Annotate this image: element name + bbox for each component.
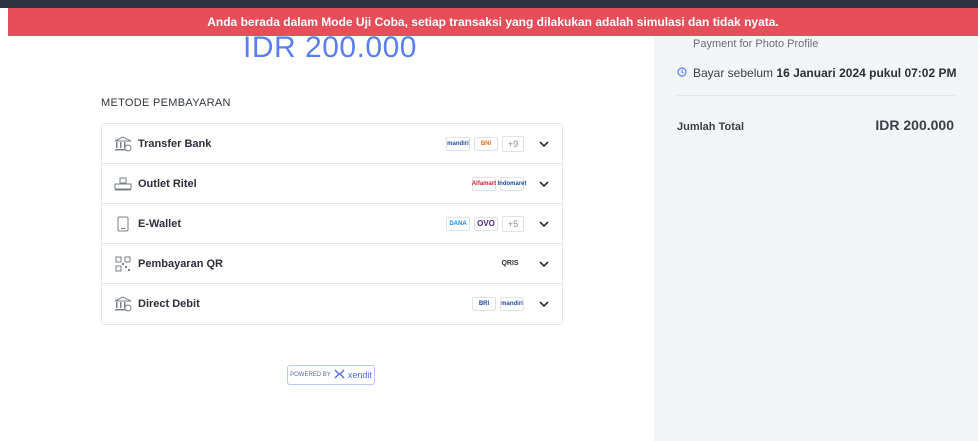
method-transfer-bank[interactable]: Transfer Bank mandiri BNI +9 <box>102 124 562 164</box>
method-logos: QRIS <box>496 256 524 271</box>
bank-icon <box>114 135 132 153</box>
payment-deadline: Bayar sebelum 16 Januari 2024 pukul 07:0… <box>677 66 956 80</box>
alfamart-logo: Alfamart <box>472 176 496 191</box>
qris-logo: QRIS <box>496 256 524 271</box>
method-outlet-ritel[interactable]: Outlet Ritel Alfamart Indomaret <box>102 164 562 204</box>
store-icon <box>114 175 132 193</box>
order-summary-panel <box>654 36 978 441</box>
method-direct-debit[interactable]: Direct Debit BRI mandiri <box>102 284 562 324</box>
total-label: Jumlah Total <box>677 121 745 133</box>
xendit-logo-icon <box>334 369 345 381</box>
chevron-down-icon[interactable] <box>538 138 550 150</box>
xendit-brand: xendit <box>347 370 372 380</box>
bni-logo: BNI <box>474 136 498 151</box>
payment-description: Payment for Photo Profile <box>693 38 819 50</box>
chevron-down-icon[interactable] <box>538 218 550 230</box>
method-label: Outlet Ritel <box>138 177 197 190</box>
indomaret-logo: Indomaret <box>498 176 527 191</box>
chevron-down-icon[interactable] <box>538 178 550 190</box>
dana-logo: DANA <box>446 216 470 231</box>
method-label: Direct Debit <box>138 298 200 310</box>
payment-amount: IDR 200.000 <box>243 31 417 64</box>
ovo-logo: OVO <box>474 216 498 231</box>
banner-text: Anda berada dalam Mode Uji Coba, setiap … <box>207 15 779 29</box>
chevron-down-icon[interactable] <box>538 258 550 270</box>
total-value: IDR 200.000 <box>875 117 954 133</box>
bank-icon <box>114 295 132 313</box>
top-bar <box>0 0 978 8</box>
method-e-wallet[interactable]: E-Wallet DANA OVO +5 <box>102 204 562 244</box>
clock-icon <box>677 66 687 80</box>
mandiri-logo: mandiri <box>446 136 470 151</box>
method-label: E-Wallet <box>138 217 181 230</box>
powered-by-badge[interactable]: POWERED BY xendit <box>287 365 375 385</box>
powered-by-label: POWERED BY <box>290 372 331 378</box>
method-logos: mandiri BNI +9 <box>446 135 524 152</box>
method-logos: BRI mandiri <box>472 297 524 311</box>
payment-methods-list: Transfer Bank mandiri BNI +9 Outlet Rite… <box>101 123 563 325</box>
method-logos: Alfamart Indomaret <box>472 176 527 191</box>
method-label: Transfer Bank <box>138 137 212 150</box>
bri-logo: BRI <box>472 297 496 311</box>
chevron-down-icon[interactable] <box>538 298 550 310</box>
method-logos: DANA OVO +5 <box>446 215 524 232</box>
summary-divider <box>677 95 955 96</box>
more-count: +5 <box>502 215 524 232</box>
deadline-prefix: Bayar sebelum <box>693 66 774 80</box>
phone-icon <box>114 215 132 233</box>
mandiri-logo: mandiri <box>500 297 524 311</box>
payment-methods-heading: METODE PEMBAYARAN <box>101 97 231 109</box>
more-count: +9 <box>502 135 524 152</box>
method-label: Pembayaran QR <box>138 257 223 270</box>
qr-icon <box>114 255 132 273</box>
method-pembayaran-qr[interactable]: Pembayaran QR QRIS <box>102 244 562 284</box>
deadline-value: 16 Januari 2024 pukul 07:02 PM <box>776 66 957 80</box>
